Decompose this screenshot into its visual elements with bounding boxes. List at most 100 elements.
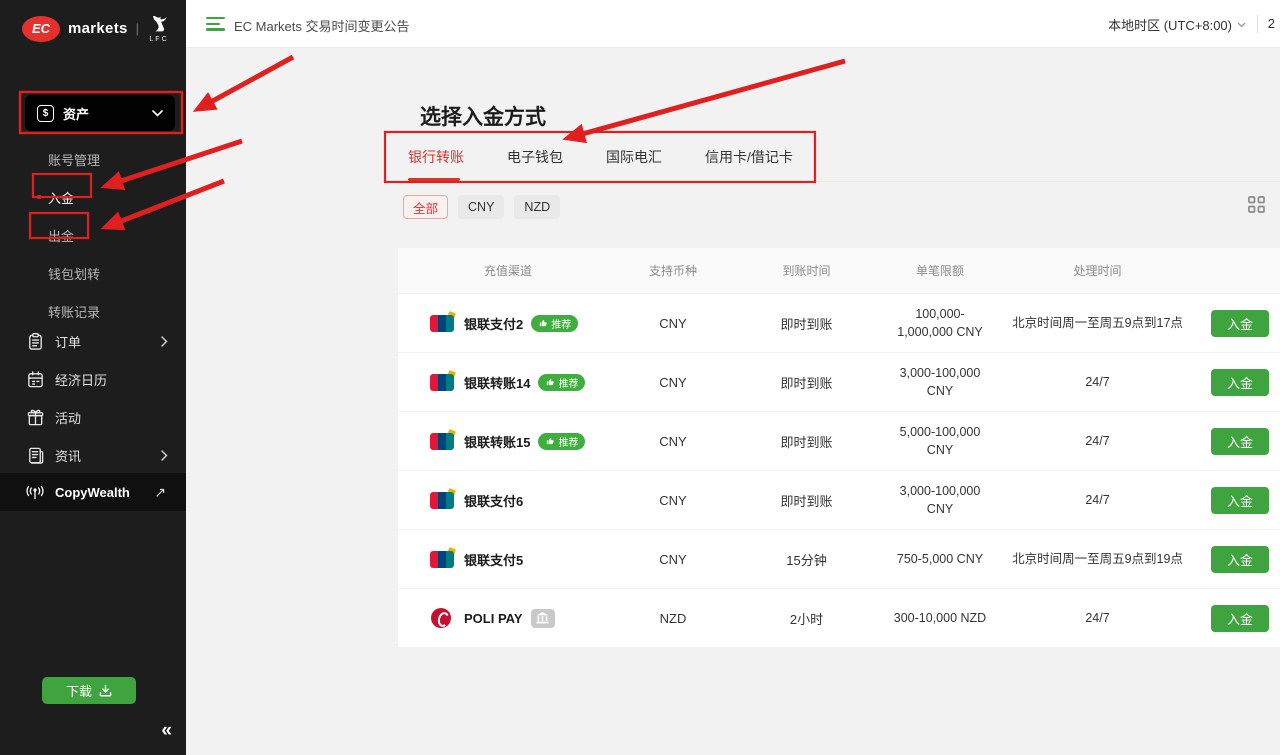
topbar-divider: [1257, 15, 1258, 33]
deposit-method-tab[interactable]: 信用卡/借记卡: [705, 132, 793, 181]
currency-filter-chip[interactable]: CNY: [458, 195, 504, 219]
deposit-button[interactable]: 入金: [1211, 369, 1269, 396]
arrival-cell: 2小时: [728, 609, 885, 628]
currency-cell: CNY: [618, 316, 728, 331]
channel-name: POLI PAY: [464, 611, 523, 626]
limit-cell: 300-10,000 NZD: [885, 609, 995, 627]
submenu-label: 钱包划转: [48, 264, 100, 283]
processing-cell: 24/7: [995, 491, 1200, 509]
liverbird-icon: [147, 14, 171, 36]
payment-logo-icon: [428, 431, 456, 451]
table-row: 银联支付2 推荐 CNY 即时到账 100,000-1,000,000 CNY …: [398, 294, 1280, 353]
processing-cell: 24/7: [995, 609, 1200, 627]
payment-logo-icon: [428, 608, 456, 628]
submenu-label: 入金: [48, 188, 74, 207]
lfc-label: LFC: [149, 36, 168, 43]
currency-filter-chip[interactable]: 全部: [403, 195, 448, 219]
markets-wordmark: markets: [68, 20, 128, 37]
submenu-label: 账号管理: [48, 150, 100, 169]
ec-logo: EC: [22, 16, 60, 42]
announcement-link[interactable]: EC Markets 交易时间变更公告: [234, 16, 410, 35]
deposit-button[interactable]: 入金: [1211, 546, 1269, 573]
sidebar-item-copywealth[interactable]: CopyWealth ↗: [0, 473, 186, 511]
action-cell: 入金: [1200, 546, 1280, 573]
payment-logo-icon: [428, 372, 456, 392]
arrival-cell: 即时到账: [728, 432, 885, 451]
sidebar-submenu-item[interactable]: 入金: [0, 178, 186, 216]
deposit-button[interactable]: 入金: [1211, 310, 1269, 337]
sidebar-collapse-button[interactable]: «: [161, 720, 172, 742]
action-cell: 入金: [1200, 369, 1280, 396]
column-header: 支持币种: [618, 262, 728, 279]
sidebar-submenu-item[interactable]: 账号管理: [0, 140, 186, 178]
hamburger-menu-icon[interactable]: [206, 17, 226, 34]
table-row: 银联转账15 推荐 CNY 即时到账 5,000-100,000 CNY 24/…: [398, 412, 1280, 471]
channel-name: 银联支付5: [464, 550, 523, 569]
assets-label: 资产: [63, 104, 143, 123]
sidebar-item-news[interactable]: 资讯: [0, 436, 186, 474]
processing-cell: 北京时间周一至周五9点到19点: [995, 550, 1200, 568]
deposit-button[interactable]: 入金: [1211, 605, 1269, 632]
menu-label: 资讯: [55, 446, 151, 465]
sidebar-submenu-item[interactable]: 出金: [0, 216, 186, 254]
deposit-method-tabs: 银行转账电子钱包国际电汇信用卡/借记卡: [398, 132, 1280, 182]
table-row: 银联支付6 CNY 即时到账 3,000-100,000 CNY 24/7 入金: [398, 471, 1280, 530]
payment-logo-icon: [428, 313, 456, 333]
table-row: POLI PAY NZD 2小时 300-10,000 NZD 24/7 入金: [398, 589, 1280, 648]
channel-cell: 银联转账15 推荐: [398, 431, 618, 451]
currency-cell: CNY: [618, 375, 728, 390]
timezone-selector[interactable]: 本地时区 (UTC+8:00): [1108, 15, 1246, 34]
assets-submenu: 账号管理 入金 出金 钱包划转 转账记录: [0, 140, 186, 330]
recommend-badge: 推荐: [531, 315, 578, 332]
chevron-right-icon: [161, 450, 168, 461]
arrival-cell: 即时到账: [728, 491, 885, 510]
currency-filter-chip[interactable]: NZD: [514, 195, 560, 219]
download-label: 下载: [66, 681, 92, 700]
currency-filter-row: 全部 CNY NZD: [403, 195, 1266, 219]
action-cell: 入金: [1200, 428, 1280, 455]
topbar: EC Markets 交易时间变更公告 本地时区 (UTC+8:00) 2: [186, 0, 1280, 48]
currency-cell: CNY: [618, 552, 728, 567]
limit-cell: 100,000-1,000,000 CNY: [885, 305, 995, 341]
sidebar-main-menu: 订单 经济日历 活动 资讯: [0, 322, 186, 474]
channel-name: 银联支付2: [464, 314, 523, 333]
currency-cell: CNY: [618, 493, 728, 508]
channel-name: 银联转账14: [464, 373, 530, 392]
submenu-label: 出金: [48, 226, 74, 245]
table-row: 银联支付5 CNY 15分钟 750-5,000 CNY 北京时间周一至周五9点…: [398, 530, 1280, 589]
table-header-row: 充值渠道支持币种到账时间单笔限额处理时间: [398, 248, 1280, 294]
deposit-button[interactable]: 入金: [1211, 428, 1269, 455]
thumbs-up-icon: [545, 436, 555, 446]
deposit-method-tab[interactable]: 电子钱包: [507, 132, 563, 181]
sidebar-item-calendar[interactable]: 经济日历: [0, 360, 186, 398]
download-button[interactable]: 下载: [42, 677, 136, 704]
filter-chips: 全部 CNY NZD: [403, 195, 560, 219]
grid-view-icon[interactable]: [1247, 195, 1266, 219]
limit-cell: 3,000-100,000 CNY: [885, 364, 995, 400]
sidebar-item-gift[interactable]: 活动: [0, 398, 186, 436]
deposit-button[interactable]: 入金: [1211, 487, 1269, 514]
recommend-badge: 推荐: [538, 374, 585, 391]
column-header: 处理时间: [995, 262, 1200, 279]
currency-cell: CNY: [618, 434, 728, 449]
chevron-down-icon: [152, 110, 163, 117]
brand-logo: EC markets | LFC: [22, 14, 171, 43]
table-body: 银联支付2 推荐 CNY 即时到账 100,000-1,000,000 CNY …: [398, 294, 1280, 648]
limit-cell: 3,000-100,000 CNY: [885, 482, 995, 518]
sidebar-item-clipboard[interactable]: 订单: [0, 322, 186, 360]
column-header: 单笔限额: [885, 262, 995, 279]
channel-cell: 银联支付6: [398, 490, 618, 510]
processing-cell: 北京时间周一至周五9点到17点: [995, 314, 1200, 332]
sidebar-item-assets[interactable]: $ 资产: [25, 95, 175, 131]
recommend-badge-label: 推荐: [558, 434, 578, 449]
sidebar-submenu-item[interactable]: 钱包划转: [0, 254, 186, 292]
deposit-method-tab[interactable]: 国际电汇: [606, 132, 662, 181]
external-link-icon: ↗: [154, 484, 166, 501]
deposit-method-tab[interactable]: 银行转账: [408, 132, 464, 181]
lfc-partner-logo: LFC: [147, 14, 171, 43]
recommend-badge-label: 推荐: [551, 316, 571, 331]
action-cell: 入金: [1200, 487, 1280, 514]
active-dot: [37, 195, 41, 199]
channel-cell: 银联支付5: [398, 549, 618, 569]
channel-name: 银联支付6: [464, 491, 523, 510]
